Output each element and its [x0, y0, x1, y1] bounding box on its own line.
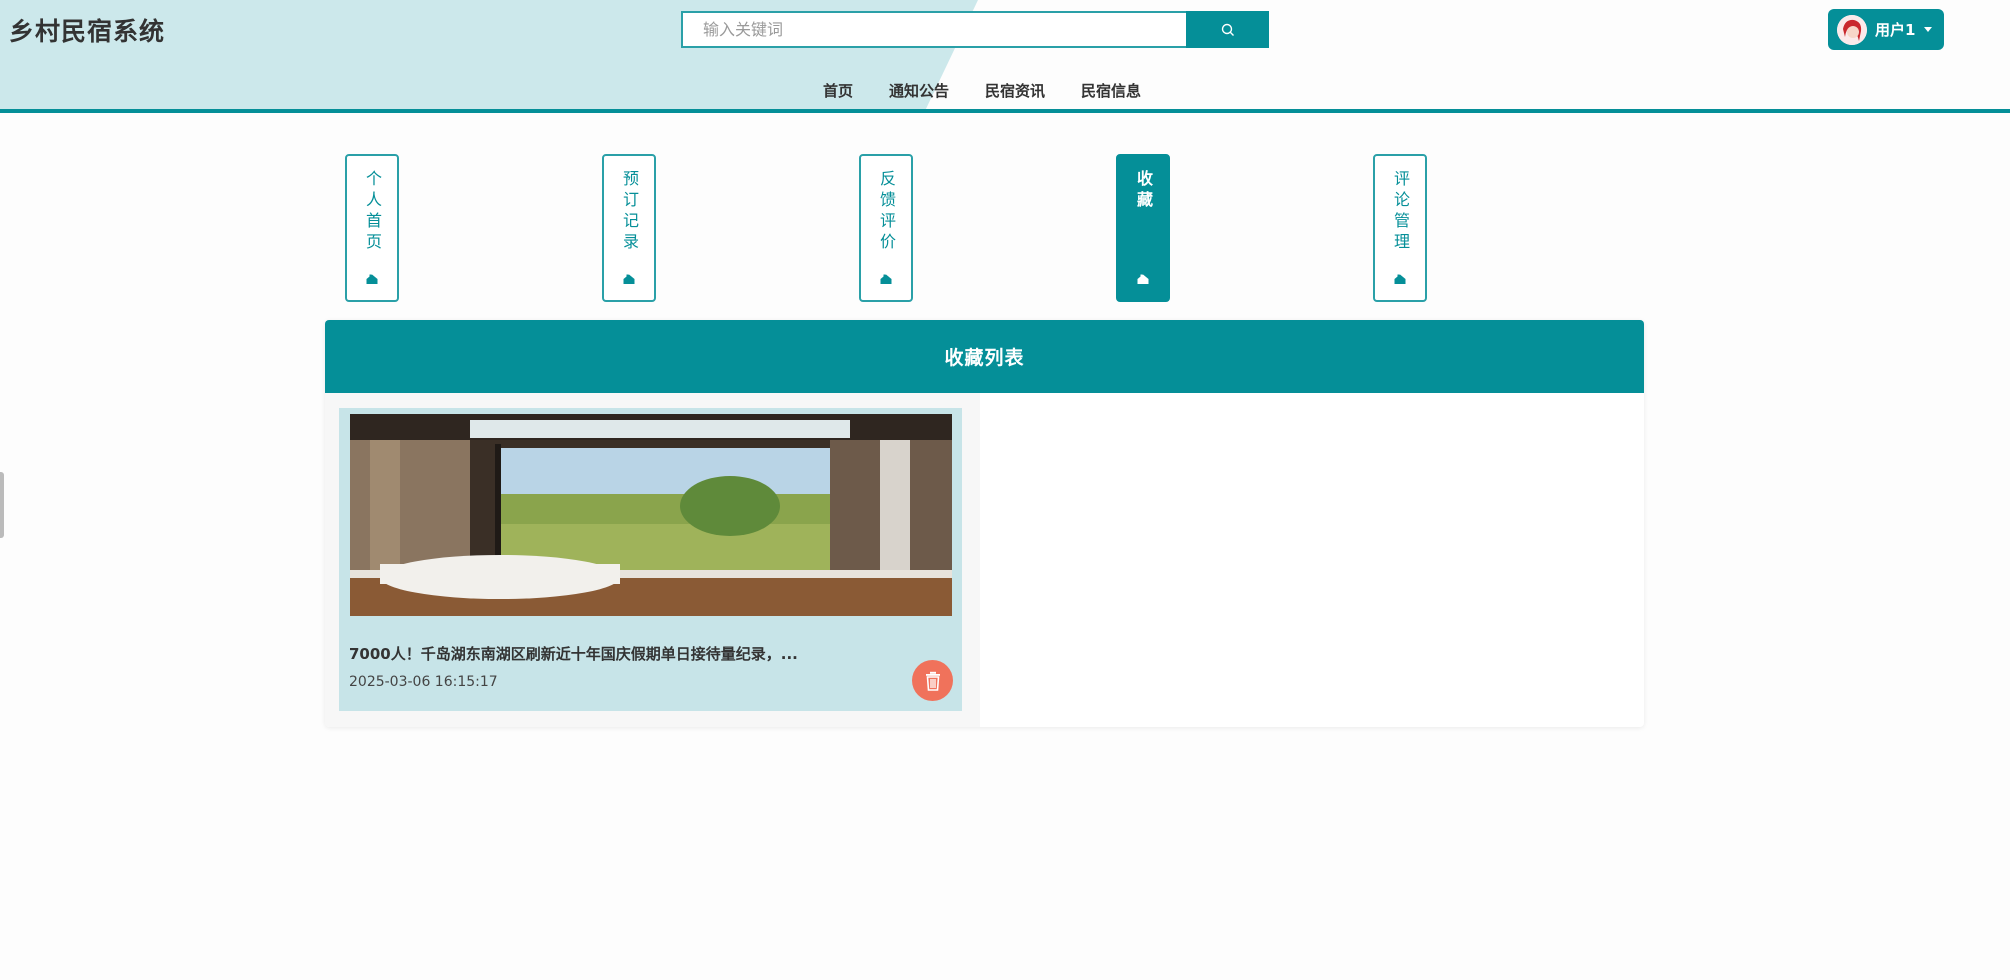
tab-favorites[interactable]: 收藏 — [1116, 154, 1170, 302]
panel-title: 收藏列表 — [325, 320, 1644, 393]
card-image[interactable] — [350, 414, 952, 616]
user-name: 用户1 — [1875, 21, 1916, 39]
nav-item-news[interactable]: 民宿资讯 — [985, 80, 1045, 101]
nav-item-notices[interactable]: 通知公告 — [889, 80, 949, 101]
site-brand: 乡村民宿系统 — [9, 17, 166, 46]
home-icon — [1137, 274, 1149, 284]
tab-feedback[interactable]: 反馈评价 — [859, 154, 913, 302]
tab-label: 反馈评价 — [877, 170, 896, 254]
tab-bookings[interactable]: 预订记录 — [602, 154, 656, 302]
tab-profile[interactable]: 个人首页 — [345, 154, 399, 302]
card-timestamp: 2025-03-06 16:15:17 — [349, 674, 498, 690]
search-icon — [1221, 23, 1234, 36]
user-menu-button[interactable]: 用户1 — [1828, 9, 1944, 50]
nav-item-home[interactable]: 首页 — [823, 80, 853, 101]
tab-comments[interactable]: 评论管理 — [1373, 154, 1427, 302]
delete-favorite-button[interactable] — [912, 660, 953, 701]
tab-label: 评论管理 — [1391, 170, 1410, 254]
site-header: 乡村民宿系统 用户1 首页 通知公告 民宿资讯 民宿信息 — [0, 0, 2010, 113]
nav-item-homestays[interactable]: 民宿信息 — [1081, 80, 1141, 101]
side-drawer-handle[interactable] — [0, 472, 4, 538]
tab-label: 预订记录 — [620, 170, 639, 254]
tab-label: 收藏 — [1134, 170, 1153, 212]
search-button[interactable] — [1186, 11, 1269, 48]
favorite-card[interactable]: 7000人！千岛湖东南湖区刷新近十年国庆假期单日接待量纪录，... 2025-0… — [339, 408, 962, 711]
chevron-down-icon — [1924, 27, 1933, 32]
home-icon — [1394, 274, 1406, 284]
home-icon — [366, 274, 378, 284]
search-input[interactable] — [681, 11, 1186, 48]
search-bar — [681, 11, 1269, 48]
trash-icon — [925, 671, 940, 691]
tab-label: 个人首页 — [363, 170, 382, 254]
card-title[interactable]: 7000人！千岛湖东南湖区刷新近十年国庆假期单日接待量纪录，... — [349, 643, 909, 664]
home-icon — [623, 274, 635, 284]
avatar — [1837, 14, 1867, 45]
favorites-panel: 收藏列表 7000人！千岛湖东南湖区刷新近十年国庆假期单日接待量纪录，... 2… — [325, 320, 1644, 727]
homestay-photo — [350, 414, 952, 616]
home-icon — [880, 274, 892, 284]
